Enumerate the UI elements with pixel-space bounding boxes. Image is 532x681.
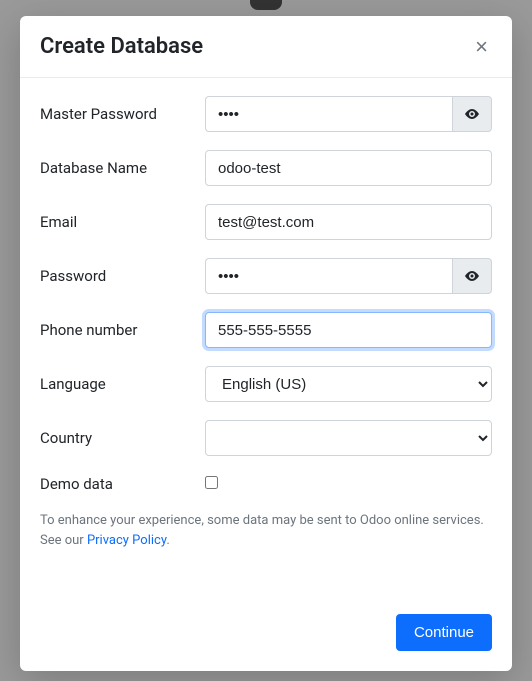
password-row: Password (40, 258, 492, 294)
privacy-info-text: To enhance your experience, some data ma… (40, 511, 492, 550)
create-database-modal: Create Database × Master Password Databa… (20, 16, 512, 671)
master-password-row: Master Password (40, 96, 492, 132)
toggle-master-password-visibility[interactable] (452, 96, 492, 132)
master-password-label: Master Password (40, 105, 205, 123)
modal-footer: Continue (20, 596, 512, 671)
country-select[interactable] (205, 420, 492, 456)
country-label: Country (40, 429, 205, 447)
modal-body: Master Password Database Name Email Pass… (20, 78, 512, 596)
modal-title: Create Database (40, 34, 203, 59)
info-text-after: . (166, 533, 169, 548)
demo-data-label: Demo data (40, 475, 205, 493)
country-row: Country (40, 420, 492, 456)
master-password-input[interactable] (205, 96, 452, 132)
eye-icon (464, 106, 480, 122)
phone-label: Phone number (40, 321, 205, 339)
language-row: Language English (US) (40, 366, 492, 402)
close-button[interactable]: × (471, 36, 492, 58)
phone-input[interactable] (205, 312, 492, 348)
demo-data-checkbox[interactable] (205, 476, 218, 489)
database-name-label: Database Name (40, 159, 205, 177)
phone-row: Phone number (40, 312, 492, 348)
email-label: Email (40, 213, 205, 231)
database-name-row: Database Name (40, 150, 492, 186)
continue-button[interactable]: Continue (396, 614, 492, 651)
eye-icon (464, 268, 480, 284)
password-label: Password (40, 267, 205, 285)
modal-header: Create Database × (20, 16, 512, 78)
password-input[interactable] (205, 258, 452, 294)
email-input[interactable] (205, 204, 492, 240)
browser-tab-indicator (250, 0, 282, 10)
language-label: Language (40, 375, 205, 393)
database-name-input[interactable] (205, 150, 492, 186)
toggle-password-visibility[interactable] (452, 258, 492, 294)
demo-data-row: Demo data (40, 474, 492, 493)
privacy-policy-link[interactable]: Privacy Policy (87, 533, 166, 548)
email-row: Email (40, 204, 492, 240)
language-select[interactable]: English (US) (205, 366, 492, 402)
